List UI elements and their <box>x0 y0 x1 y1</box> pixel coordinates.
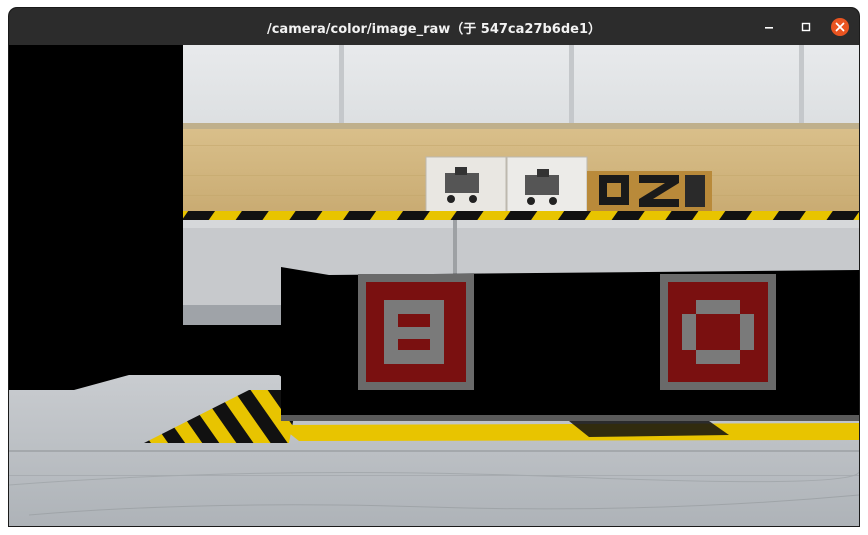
close-button[interactable] <box>829 16 851 38</box>
minimize-icon <box>765 27 773 29</box>
camera-image-canvas <box>9 45 859 526</box>
minimize-button[interactable] <box>758 16 780 38</box>
maximize-button[interactable] <box>795 16 817 38</box>
camera-scene <box>9 45 859 526</box>
wall-panels <box>183 45 859 129</box>
title-bar[interactable]: /camera/color/image_raw（于 547ca27b6de1） <box>9 8 859 45</box>
close-icon <box>831 18 849 36</box>
window-title: /camera/color/image_raw（于 547ca27b6de1） <box>266 22 602 37</box>
maximize-icon <box>801 22 811 32</box>
marker-b <box>358 274 474 390</box>
marker-o <box>660 274 776 390</box>
image-view-window: /camera/color/image_raw（于 547ca27b6de1） <box>9 8 859 526</box>
